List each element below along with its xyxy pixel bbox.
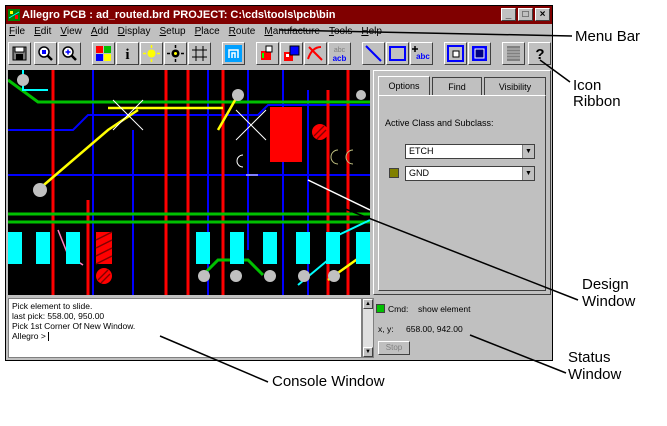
callout-design-window-line1: Design [582,276,629,293]
callout-leader-lines [159,29,579,383]
callout-console-window: Console Window [272,373,385,390]
callout-design-window-line2: Window [582,293,636,310]
screenshot-figure: Allegro PCB : ad_routed.brd PROJECT: C:\… [0,0,667,426]
callout-menu-bar: Menu Bar [575,28,641,45]
callout-status-window-line1: Status [568,349,611,366]
callout-status-window-line2: Window [568,366,622,383]
callout-icon-ribbon-line2: Ribbon [573,93,621,110]
callout-icon-ribbon-line1: Icon [573,77,602,94]
